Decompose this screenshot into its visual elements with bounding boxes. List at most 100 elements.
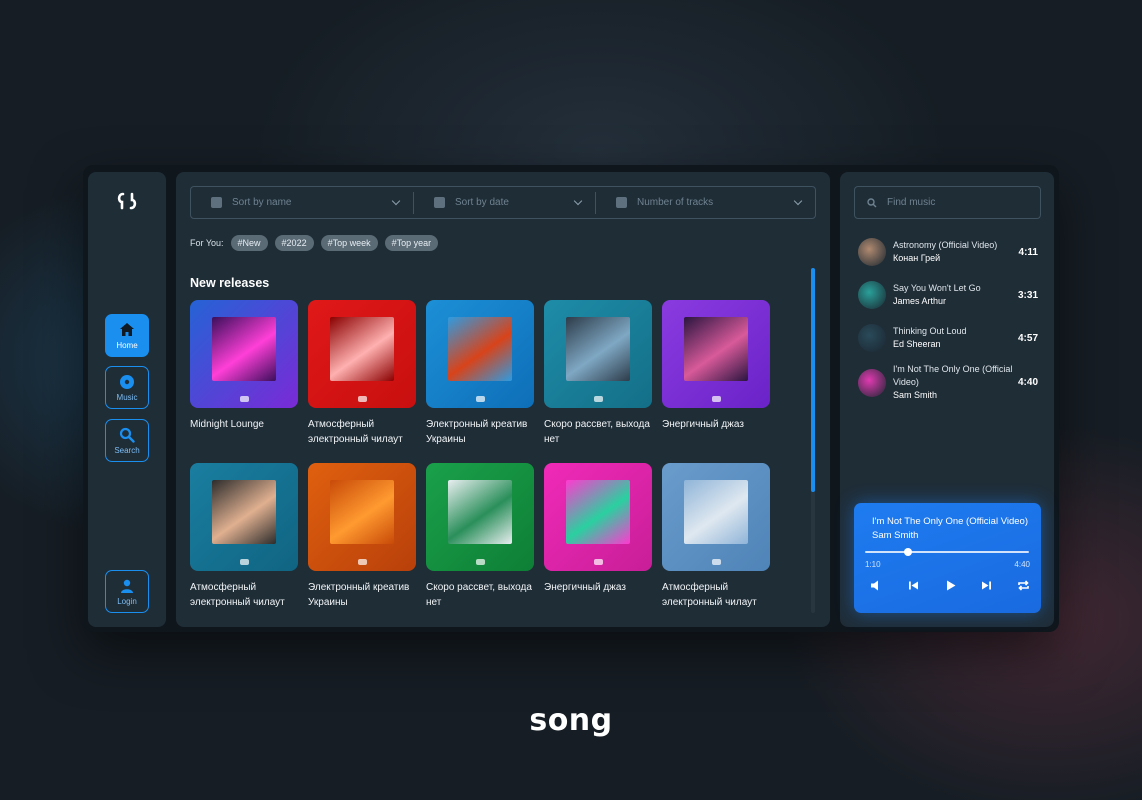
release-cover[interactable] [190, 300, 298, 408]
video-icon [712, 396, 721, 402]
section-title: New releases [190, 276, 270, 290]
track-duration: 3:31 [1017, 289, 1038, 301]
app-logo-icon[interactable] [116, 190, 138, 212]
video-icon [358, 559, 367, 565]
for-you-tags: For You: #New #2022 #Top week #Top year [190, 235, 439, 251]
release-cover[interactable] [308, 463, 416, 571]
release-title: Энергичный джаз [662, 419, 744, 430]
release-artwork [684, 317, 748, 381]
nav-home-label: Home [116, 340, 138, 350]
number-of-tracks-dropdown[interactable]: Number of tracks [595, 191, 815, 214]
track-title: Astronomy (Official Video) [893, 240, 998, 250]
chevron-down-icon [793, 196, 803, 206]
video-icon [712, 559, 721, 565]
release-cover[interactable] [308, 300, 416, 408]
sort-by-name-dropdown[interactable]: Sort by name [191, 187, 413, 218]
video-icon [594, 396, 603, 402]
release-cover[interactable] [426, 463, 534, 571]
release-title: Midnight Lounge [190, 419, 264, 430]
track-cover [858, 368, 886, 397]
tag-new[interactable]: #New [230, 235, 268, 251]
video-icon [240, 396, 249, 402]
release-card[interactable]: Атмосферный электронный чилаут [190, 463, 298, 610]
release-artwork [330, 480, 394, 544]
release-cover[interactable] [544, 300, 652, 408]
release-cover[interactable] [662, 300, 770, 408]
playlist-item[interactable]: Say You Won't Let Go James Arthur 3:31 [858, 281, 1038, 309]
for-you-label: For You: [190, 238, 224, 248]
release-title: Атмосферный электронный чилаут [308, 419, 403, 445]
playlist-item[interactable]: Thinking Out Loud Ed Sheeran 4:57 [858, 324, 1038, 352]
track-duration: 4:11 [1018, 246, 1038, 258]
release-card[interactable]: Скоро рассвет, выхода нет [426, 463, 534, 610]
release-cover[interactable] [190, 463, 298, 571]
library-icon [616, 197, 627, 208]
sort-by-date-dropdown[interactable]: Sort by date [413, 191, 595, 214]
nav-home-button[interactable]: Home [105, 314, 149, 357]
track-artist: Sam Smith [893, 390, 938, 400]
repeat-icon[interactable] [1017, 579, 1030, 592]
playlist-item[interactable]: I'm Not The Only One (Official Video) Sam… [858, 363, 1038, 402]
release-title: Электронный креатив Украины [308, 582, 410, 608]
scrollbar-thumb[interactable] [811, 268, 815, 492]
track-title: Thinking Out Loud [893, 326, 967, 336]
nav-music-label: Music [116, 392, 138, 402]
track-info: Astronomy (Official Video) Конан Грей [893, 239, 1019, 265]
home-icon [120, 322, 134, 336]
release-card[interactable]: Энергичный джаз [662, 300, 770, 432]
track-artist: James Arthur [893, 296, 947, 306]
sort-by-date-label: Sort by date [455, 197, 509, 208]
next-icon[interactable] [980, 579, 993, 592]
progress-bar[interactable] [865, 548, 1029, 556]
release-cover[interactable] [544, 463, 652, 571]
playlist-item[interactable]: Astronomy (Official Video) Конан Грей 4:11 [858, 238, 1038, 266]
number-of-tracks-label: Number of tracks [637, 197, 714, 208]
progress-knob[interactable] [903, 548, 912, 556]
video-icon [476, 559, 485, 565]
sort-by-name-label: Sort by name [232, 197, 292, 208]
find-music-input[interactable]: Find music [854, 186, 1041, 219]
brand-wordmark: song [529, 703, 613, 738]
track-info: I'm Not The Only One (Official Video) Sam… [893, 363, 1018, 402]
tag-top-year[interactable]: #Top year [384, 235, 439, 251]
release-card[interactable]: Электронный креатив Украины [426, 300, 534, 447]
release-card[interactable]: Атмосферный электронный чилаут [662, 463, 770, 610]
release-artwork [566, 317, 630, 381]
login-label: Login [117, 596, 137, 606]
video-icon [476, 396, 485, 402]
nav-music-button[interactable]: Music [105, 366, 149, 409]
release-card[interactable]: Атмосферный электронный чилаут [308, 300, 416, 447]
release-card[interactable]: Энергичный джаз [544, 463, 652, 595]
tag-2022[interactable]: #2022 [274, 235, 314, 251]
nav-search-button[interactable]: Search [105, 419, 149, 462]
release-card[interactable]: Скоро рассвет, выхода нет [544, 300, 652, 447]
track-info: Thinking Out Loud Ed Sheeran [893, 325, 1018, 351]
release-card[interactable]: Электронный креатив Украины [308, 463, 416, 610]
play-icon[interactable] [944, 579, 957, 592]
search-icon [119, 427, 135, 443]
release-cover[interactable] [662, 463, 770, 571]
previous-icon[interactable] [907, 579, 920, 592]
player-controls [870, 579, 1030, 592]
release-artwork [212, 317, 276, 381]
total-time: 4:40 [1014, 560, 1030, 569]
release-title: Энергичный джаз [544, 582, 626, 593]
release-artwork [566, 480, 630, 544]
track-cover [858, 281, 886, 309]
alphabet-icon [211, 197, 222, 208]
login-button[interactable]: Login [105, 570, 149, 613]
release-title: Скоро рассвет, выхода нет [426, 582, 532, 608]
volume-icon[interactable] [870, 579, 883, 592]
track-cover [858, 324, 886, 352]
release-title: Атмосферный электронный чилаут [190, 582, 285, 608]
track-duration: 4:57 [1017, 332, 1038, 344]
chevron-down-icon [573, 196, 583, 206]
release-card[interactable]: Midnight Lounge [190, 300, 298, 432]
track-title: I'm Not The Only One (Official Video) [893, 364, 1013, 387]
tag-top-week[interactable]: #Top week [320, 235, 378, 251]
sidebar: Home Music Search Login [88, 172, 166, 627]
disc-icon [120, 374, 134, 389]
release-cover[interactable] [426, 300, 534, 408]
release-artwork [212, 480, 276, 544]
filter-bar: Sort by name Sort by date Number of trac… [190, 186, 816, 219]
